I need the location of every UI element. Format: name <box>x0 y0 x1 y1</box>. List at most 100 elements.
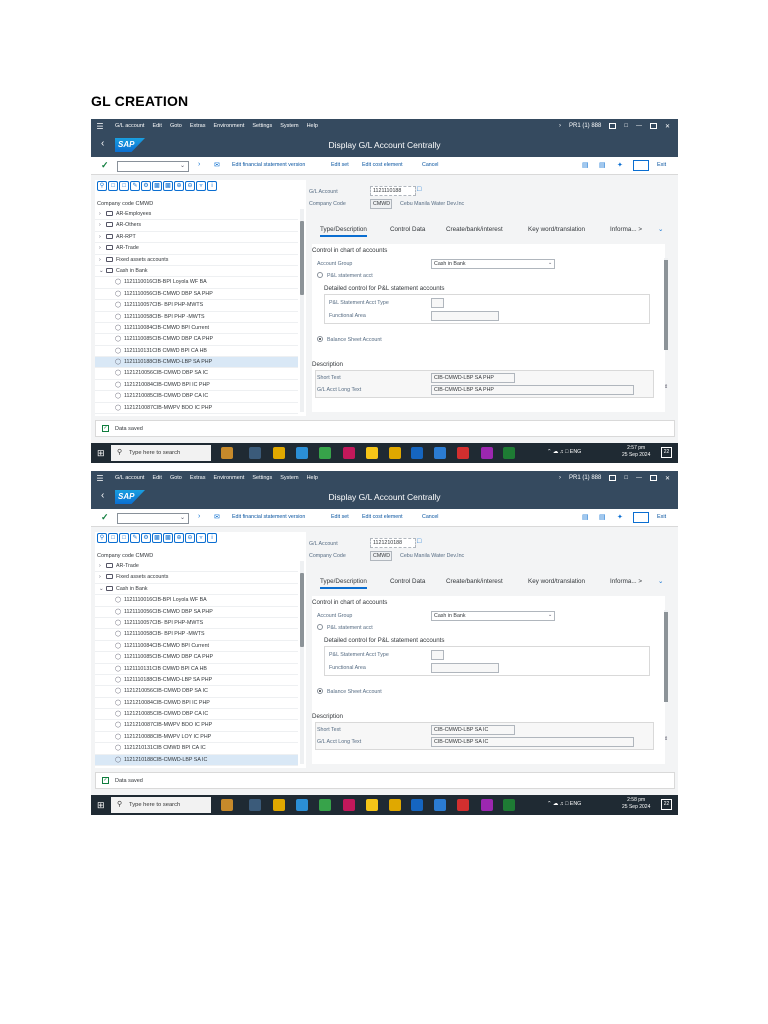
tree-account-item[interactable]: ◯ 1121110057CIB- BPI PHP-MWTS <box>95 300 298 312</box>
expand-icon[interactable]: ⊕ <box>174 181 184 191</box>
menu-item[interactable]: G/L account <box>115 123 144 129</box>
taskbar-app-icon[interactable] <box>389 799 401 811</box>
tree-account-item[interactable]: ◯ 1121110084CIB-CMWD BPI Current <box>95 641 298 653</box>
tree-account-item[interactable]: ◯ 1121210087CIB-MWPV BDO IC PHP <box>95 403 298 415</box>
settings-icon[interactable]: ✦ <box>617 161 623 169</box>
edit-icon[interactable]: ✎ <box>130 181 140 191</box>
tree-folder[interactable]: › Fixed assets accounts <box>95 572 298 584</box>
taskbar-app-icon[interactable] <box>249 447 261 459</box>
notification-icon[interactable]: 22 <box>661 799 672 810</box>
detail-scrollbar[interactable] <box>664 258 668 350</box>
toolbar-link[interactable]: Edit set <box>331 514 349 520</box>
tab[interactable]: Create/bank/interest <box>446 578 503 585</box>
chevron-right-icon[interactable]: › <box>99 572 106 583</box>
company-code-field[interactable]: CMWD <box>370 199 392 209</box>
chevron-right-icon[interactable]: › <box>99 220 106 231</box>
taskbar-app-icon[interactable] <box>249 799 261 811</box>
toolbar-link[interactable]: Edit set <box>331 162 349 168</box>
taskbar-clock[interactable]: 2:57 pm 25 Sep 2024 <box>622 445 650 459</box>
delete-icon[interactable]: ▩ <box>163 181 173 191</box>
menu-item[interactable]: G/L account <box>115 475 144 481</box>
gl-account-field[interactable]: 1121110188 <box>370 186 416 196</box>
chevron-down-icon[interactable]: ⌄ <box>180 162 185 169</box>
close-icon[interactable]: ✕ <box>665 475 670 482</box>
language-indicator[interactable]: ENG <box>570 449 581 455</box>
mail-icon[interactable]: ✉ <box>214 161 220 169</box>
menu-item[interactable]: Help <box>307 475 318 481</box>
taskbar-app-icon[interactable] <box>319 799 331 811</box>
find-icon[interactable] <box>633 160 649 171</box>
copy-icon[interactable]: ▩ <box>152 533 162 543</box>
tree-account-item[interactable]: ◯ 1121110085CIB-CMWD DBP CA PHP <box>95 652 298 664</box>
tab[interactable]: Key word/translation <box>528 226 585 233</box>
menu-item[interactable]: Settings <box>252 123 272 129</box>
chevron-down-icon[interactable]: ⌄ <box>180 514 185 521</box>
company-code-field[interactable]: CMWD <box>370 551 392 561</box>
tree-account-item[interactable]: ◯ 1121110057CIB- BPI PHP-MWTS <box>95 618 298 630</box>
info-icon[interactable]: i <box>207 533 217 543</box>
tree-account-item[interactable]: ◯ 1121210087CIB-MWPV BDO IC PHP <box>95 720 298 732</box>
collapse-icon[interactable]: ⊖ <box>185 181 195 191</box>
print-icon[interactable]: ▤ <box>599 161 606 169</box>
tree-account-item[interactable]: ◯ 1121110085CIB-CMWD DBP CA PHP <box>95 334 298 346</box>
pl-statement-radio[interactable] <box>317 624 323 630</box>
chevron-down-icon[interactable]: ⌄ <box>658 226 663 233</box>
balance-sheet-radio[interactable] <box>317 336 323 342</box>
lock-icon[interactable]: □ <box>624 123 628 129</box>
language-indicator[interactable]: ENG <box>570 801 581 807</box>
tree-account-item[interactable]: ◯ 1121110131CIB CMWD BPI CA HB <box>95 664 298 675</box>
tree-folder[interactable]: › Fixed assets accounts <box>95 255 298 266</box>
menu-item[interactable]: Goto <box>170 123 182 129</box>
settings-icon[interactable]: ✦ <box>617 513 623 521</box>
scrollbar-thumb[interactable] <box>664 260 668 350</box>
balance-sheet-radio[interactable] <box>317 688 323 694</box>
taskbar-app-icon[interactable] <box>366 799 378 811</box>
pl-type-field[interactable] <box>431 650 444 660</box>
chevron-right-icon[interactable]: › <box>99 255 106 266</box>
menu-item[interactable]: System <box>280 123 298 129</box>
menu-item[interactable]: System <box>280 475 298 481</box>
filter-icon[interactable]: ▿ <box>196 533 206 543</box>
wrench-icon[interactable]: ⚙ <box>141 533 151 543</box>
chevron-right-icon[interactable]: › <box>198 513 200 520</box>
taskbar-app-icon[interactable] <box>319 447 331 459</box>
taskbar-clock[interactable]: 2:58 pm 25 Sep 2024 <box>622 797 650 811</box>
account-group-select[interactable]: Cash in Bank <box>431 611 555 621</box>
account-group-select[interactable]: Cash in Bank <box>431 259 555 269</box>
tree-folder[interactable]: ⌄ Cash in Bank <box>95 266 298 278</box>
tree-account-item[interactable]: ◯ 1121210056CIB-CMWD DBP SA IC <box>95 686 298 698</box>
menu-item[interactable]: Help <box>307 123 318 129</box>
folder-icon[interactable]: □ <box>119 533 129 543</box>
tab[interactable]: Type/Description <box>320 226 367 237</box>
taskbar-app-icon[interactable] <box>411 799 423 811</box>
scrollbar-thumb[interactable] <box>664 612 668 702</box>
scroll-arrows-icon[interactable]: ⇕ <box>664 736 668 742</box>
long-text-field[interactable]: CIB-CMWD-LBP SA IC <box>431 737 634 747</box>
tree-folder[interactable]: › AR-Trade <box>95 561 298 573</box>
wrench-icon[interactable]: ⚙ <box>141 181 151 191</box>
menu-icon[interactable]: ☰ <box>93 122 107 131</box>
tree-folder[interactable]: › AR-Employees <box>95 209 298 221</box>
search-icon[interactable]: ⚲ <box>97 533 107 543</box>
folder-icon[interactable]: □ <box>119 181 129 191</box>
taskbar-search[interactable]: ⚲ Type here to search <box>111 445 211 461</box>
tab[interactable]: Key word/translation <box>528 578 585 585</box>
delete-icon[interactable]: ▩ <box>163 533 173 543</box>
menu-item[interactable]: Settings <box>252 475 272 481</box>
tree-account-item[interactable]: ◯ 1121210085CIB-CMWD DBP CA IC <box>95 709 298 721</box>
tab[interactable]: Type/Description <box>320 578 367 589</box>
check-icon[interactable]: ✓ <box>101 160 109 171</box>
tree-account-item[interactable]: ◯ 1121210085CIB-CMWD DBP CA IC <box>95 391 298 403</box>
tree-account-item[interactable]: ◯ 1121210084CIB-CMWD BPI IC PHP <box>95 698 298 710</box>
chevron-down-icon[interactable]: ⌄ <box>99 584 106 595</box>
long-text-field[interactable]: CIB-CMWD-LBP SA PHP <box>431 385 634 395</box>
save-icon[interactable]: ▤ <box>582 513 589 521</box>
menu-item[interactable]: Environment <box>213 123 244 129</box>
taskbar-app-icon[interactable] <box>503 799 515 811</box>
chevron-right-icon[interactable]: › <box>559 123 561 129</box>
chevron-down-icon[interactable]: ⌄ <box>548 260 552 266</box>
chevron-right-icon[interactable]: › <box>99 209 106 220</box>
tree-account-item[interactable]: ◯ 1121110058CIB- BPI PHP -MWTS <box>95 629 298 641</box>
menu-item[interactable]: Extras <box>190 123 206 129</box>
tree-folder[interactable]: › AR-RPT <box>95 232 298 244</box>
